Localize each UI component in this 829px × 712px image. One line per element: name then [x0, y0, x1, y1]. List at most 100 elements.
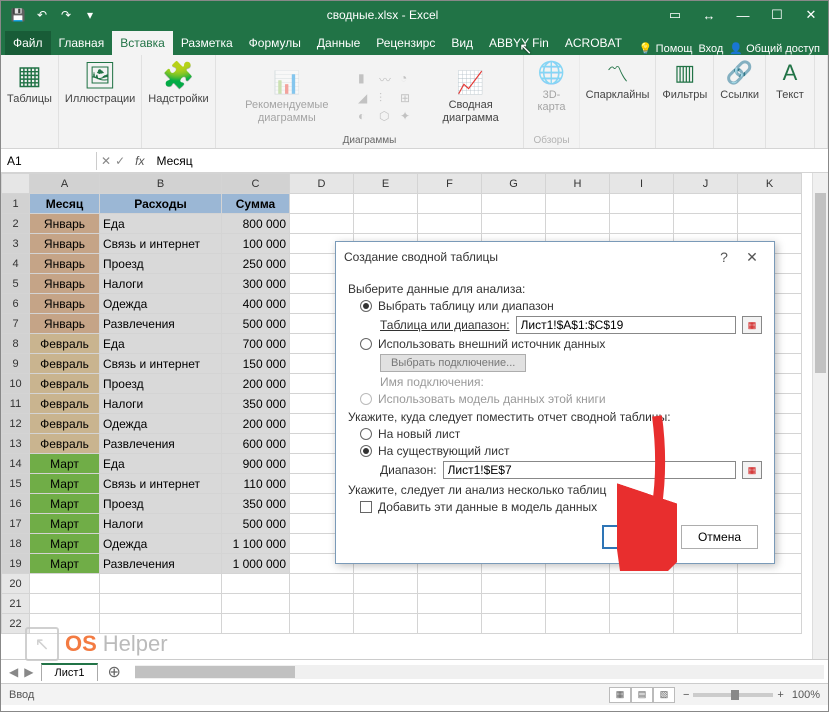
tables-button[interactable]: ▦Таблицы — [7, 59, 52, 105]
cell[interactable] — [482, 194, 546, 214]
cell[interactable] — [674, 214, 738, 234]
cell[interactable]: 150 000 — [222, 354, 290, 374]
cell[interactable]: Проезд — [100, 254, 222, 274]
row-header[interactable]: 13 — [2, 434, 30, 454]
cell[interactable]: 350 000 — [222, 394, 290, 414]
3d-map-button[interactable]: 🌐3D-карта — [530, 59, 572, 113]
cell[interactable]: Март — [30, 534, 100, 554]
sheet-nav-next-icon[interactable]: ▶ — [24, 665, 33, 679]
cell[interactable] — [354, 194, 418, 214]
tab-abbyy fin[interactable]: ABBYY Fin — [481, 31, 557, 55]
cell[interactable] — [482, 594, 546, 614]
col-header[interactable]: A — [30, 174, 100, 194]
cell[interactable]: Связь и интернет — [100, 234, 222, 254]
cell[interactable]: Еда — [100, 334, 222, 354]
full-width-icon[interactable]: ↔ — [692, 1, 726, 29]
cell[interactable] — [738, 574, 802, 594]
row-header[interactable]: 2 — [2, 214, 30, 234]
col-header[interactable]: B — [100, 174, 222, 194]
zoom-out-icon[interactable]: − — [683, 689, 689, 701]
cell[interactable] — [30, 574, 100, 594]
cell[interactable] — [354, 214, 418, 234]
cell[interactable]: 350 000 — [222, 494, 290, 514]
cell[interactable] — [610, 614, 674, 634]
row-header[interactable]: 1 — [2, 194, 30, 214]
cell[interactable] — [546, 214, 610, 234]
cell[interactable]: Март — [30, 554, 100, 574]
cell[interactable]: 250 000 — [222, 254, 290, 274]
undo-icon[interactable]: ↶ — [31, 4, 53, 26]
cell[interactable]: Март — [30, 514, 100, 534]
cell[interactable]: Март — [30, 494, 100, 514]
horizontal-scrollbar[interactable] — [135, 665, 824, 679]
tab-вставка[interactable]: Вставка — [112, 31, 173, 55]
tab-рецензирс[interactable]: Рецензирс — [368, 31, 443, 55]
cell[interactable]: Одежда — [100, 534, 222, 554]
cell[interactable] — [482, 614, 546, 634]
cell[interactable]: Развлечения — [100, 314, 222, 334]
cell[interactable]: Развлечения — [100, 434, 222, 454]
cell[interactable]: 1 000 000 — [222, 554, 290, 574]
cell[interactable] — [222, 594, 290, 614]
cell[interactable]: Одежда — [100, 294, 222, 314]
col-header[interactable]: I — [610, 174, 674, 194]
normal-view-icon[interactable]: ▦ — [609, 687, 631, 703]
row-header[interactable]: 10 — [2, 374, 30, 394]
stat-chart-icon[interactable]: ⫶ — [379, 91, 397, 106]
row-header[interactable]: 21 — [2, 594, 30, 614]
cell[interactable]: 400 000 — [222, 294, 290, 314]
row-header[interactable]: 4 — [2, 254, 30, 274]
radio-select-range[interactable]: Выбрать таблицу или диапазон — [360, 299, 762, 313]
combo-chart-icon[interactable]: ⊞ — [400, 91, 418, 106]
cell[interactable]: Связь и интернет — [100, 474, 222, 494]
location-range-input[interactable] — [443, 461, 736, 479]
cell[interactable]: Налоги — [100, 274, 222, 294]
cell[interactable] — [30, 594, 100, 614]
illustrations-button[interactable]: 🖼Иллюстрации — [65, 59, 135, 105]
cell[interactable]: Февраль — [30, 354, 100, 374]
cell[interactable] — [290, 214, 354, 234]
cell[interactable]: Налоги — [100, 394, 222, 414]
cell[interactable] — [30, 614, 100, 634]
cell[interactable]: Февраль — [30, 394, 100, 414]
cell[interactable]: Январь — [30, 254, 100, 274]
cell[interactable] — [546, 194, 610, 214]
zoom-slider[interactable]: − + — [683, 689, 784, 701]
cell[interactable] — [290, 574, 354, 594]
cell[interactable]: Январь — [30, 294, 100, 314]
cell[interactable]: Проезд — [100, 494, 222, 514]
sheet-nav-prev-icon[interactable]: ◀ — [9, 665, 18, 679]
cell[interactable] — [418, 214, 482, 234]
cell[interactable]: 200 000 — [222, 374, 290, 394]
cell[interactable] — [418, 614, 482, 634]
cell[interactable]: Январь — [30, 274, 100, 294]
cell[interactable]: Расходы — [100, 194, 222, 214]
cell[interactable]: Еда — [100, 454, 222, 474]
vertical-scrollbar[interactable] — [812, 173, 828, 659]
row-header[interactable]: 6 — [2, 294, 30, 314]
select-all-corner[interactable] — [2, 174, 30, 194]
cell[interactable] — [222, 574, 290, 594]
cell[interactable]: Январь — [30, 234, 100, 254]
cell[interactable] — [610, 594, 674, 614]
source-range-input[interactable] — [516, 316, 736, 334]
cell[interactable]: 110 000 — [222, 474, 290, 494]
tab-acrobat[interactable]: ACROBAT — [557, 31, 630, 55]
cell[interactable]: Январь — [30, 214, 100, 234]
cell[interactable]: 800 000 — [222, 214, 290, 234]
cell[interactable] — [100, 594, 222, 614]
cell[interactable]: Связь и интернет — [100, 354, 222, 374]
row-header[interactable]: 5 — [2, 274, 30, 294]
tab-file[interactable]: Файл — [5, 31, 51, 55]
col-header[interactable]: J — [674, 174, 738, 194]
zoom-in-icon[interactable]: + — [777, 689, 783, 701]
enter-fx-icon[interactable]: ✓ — [115, 154, 125, 168]
cell[interactable]: Проезд — [100, 374, 222, 394]
cell[interactable] — [354, 594, 418, 614]
tab-вид[interactable]: Вид — [443, 31, 481, 55]
cell[interactable] — [482, 214, 546, 234]
text-button[interactable]: AТекст — [772, 59, 808, 101]
row-header[interactable]: 3 — [2, 234, 30, 254]
login-link[interactable]: Вход — [698, 43, 723, 55]
row-header[interactable]: 11 — [2, 394, 30, 414]
